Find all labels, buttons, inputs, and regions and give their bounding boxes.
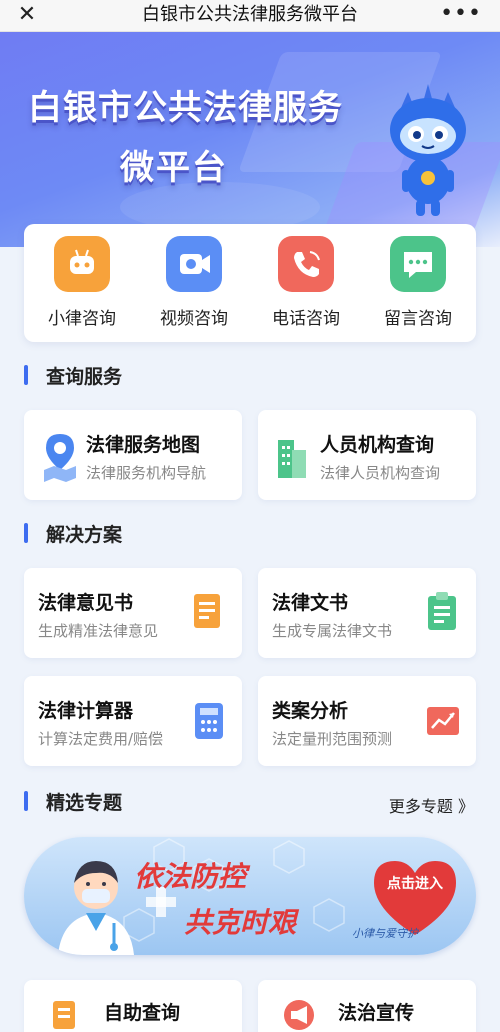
card-title: 人员机构查询: [320, 434, 435, 456]
doctor-avatar-icon: [58, 861, 134, 955]
card-self-service-query[interactable]: 自助查询: [24, 980, 242, 1032]
chart-icon: [427, 707, 459, 735]
document-icon: [194, 594, 220, 628]
banner-slogan-line2: 共克时艰: [184, 906, 297, 939]
consult-option-label: 留言咨询: [384, 309, 452, 329]
more-options-icon[interactable]: •••: [440, 2, 482, 26]
hero-title-line2: 微平台: [120, 148, 228, 188]
card-title: 自助查询: [104, 1002, 181, 1024]
card-legal-calculator[interactable]: 法律计算器 计算法定费用/赔偿: [24, 676, 242, 766]
card-subtitle: 生成专属法律文书: [272, 622, 393, 640]
card-personnel-org-query[interactable]: 人员机构查询 法律人员机构查询: [258, 410, 476, 500]
card-subtitle: 计算法定费用/赔偿: [38, 730, 164, 748]
card-title: 法律意见书: [38, 592, 134, 614]
title-bar: ✕ 白银市公共法律服务微平台 •••: [0, 0, 500, 32]
card-title: 类案分析: [272, 700, 349, 722]
video-camera-icon: [166, 236, 222, 292]
message-icon: [390, 236, 446, 292]
clipboard-icon: [428, 592, 456, 630]
topic-banner-epidemic[interactable]: 依法防控 共克时艰 点击进入 小律与爱守护: [24, 837, 476, 955]
robot-icon: [54, 236, 110, 292]
card-case-analysis[interactable]: 类案分析 法定量刑范围预测: [258, 676, 476, 766]
consult-option-label: 电话咨询: [272, 309, 340, 329]
banner-enter-label: 点击进入: [387, 876, 443, 892]
consult-option-ai[interactable]: 小律咨询: [32, 236, 132, 336]
section-accent-bar: [24, 523, 28, 543]
card-title: 法律计算器: [38, 700, 134, 722]
hero-title-line1: 白银市公共法律服务: [28, 88, 343, 128]
card-title: 法治宣传: [338, 1002, 415, 1024]
card-legal-publicity[interactable]: 法治宣传: [258, 980, 476, 1032]
search-document-icon: [53, 1001, 75, 1029]
card-title: 法律文书: [272, 592, 349, 614]
card-subtitle: 法律服务机构导航: [86, 464, 207, 482]
consult-option-label: 视频咨询: [160, 309, 228, 329]
section-title-topics: 精选专题: [24, 788, 122, 814]
card-legal-service-map[interactable]: 法律服务地图 法律服务机构导航: [24, 410, 242, 500]
banner-signature: 小律与爱守护: [352, 927, 418, 940]
page-title: 白银市公共法律服务微平台: [142, 4, 358, 25]
more-topics-link[interactable]: 更多专题 》: [389, 793, 474, 817]
section-accent-bar: [24, 365, 28, 385]
building-icon: [278, 440, 306, 478]
consult-option-video[interactable]: 视频咨询: [144, 236, 244, 336]
hero-banner: 白银市公共法律服务 微平台: [0, 32, 500, 247]
banner-slogan-line1: 依法防控: [134, 860, 247, 893]
card-subtitle: 生成精准法律意见: [38, 622, 159, 640]
consult-option-message[interactable]: 留言咨询: [368, 236, 468, 336]
section-title-text: 精选专题: [46, 791, 123, 814]
card-legal-documents[interactable]: 法律文书 生成专属法律文书: [258, 568, 476, 658]
megaphone-icon: [284, 1000, 314, 1030]
mascot-robot-icon: [390, 84, 466, 216]
card-legal-opinion[interactable]: 法律意见书 生成精准法律意见: [24, 568, 242, 658]
card-subtitle: 法定量刑范围预测: [272, 730, 393, 748]
consult-option-label: 小律咨询: [48, 309, 116, 329]
card-subtitle: 法律人员机构查询: [320, 464, 441, 482]
calculator-icon: [195, 703, 223, 739]
section-accent-bar: [24, 791, 28, 811]
map-pin-icon: [44, 434, 76, 482]
section-title-query: 查询服务: [24, 362, 122, 388]
section-title-text: 查询服务: [46, 365, 123, 388]
consult-options-card: 小律咨询 视频咨询 电话咨询 留言咨询: [24, 224, 476, 342]
card-title: 法律服务地图: [86, 434, 201, 456]
consult-option-phone[interactable]: 电话咨询: [256, 236, 356, 336]
section-title-solutions: 解决方案: [24, 520, 122, 546]
phone-icon: [278, 236, 334, 292]
section-title-text: 解决方案: [46, 523, 123, 546]
